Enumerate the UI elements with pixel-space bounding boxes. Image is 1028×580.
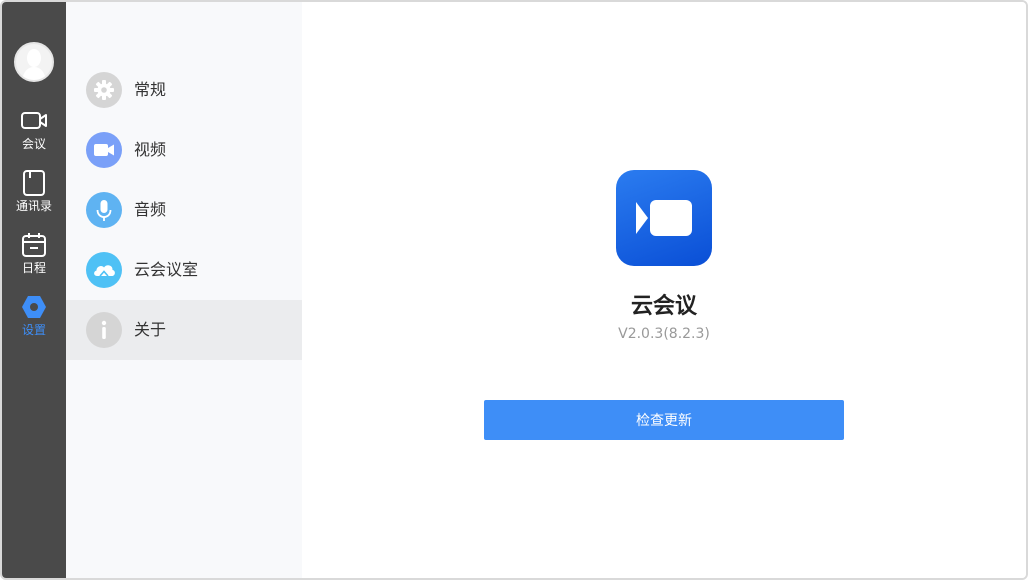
rail-item-label: 会议 xyxy=(21,137,46,151)
video-icon xyxy=(86,132,122,168)
rail-item-label: 设置 xyxy=(21,323,46,337)
contacts-book-icon xyxy=(21,170,47,196)
avatar[interactable] xyxy=(14,42,54,82)
settings-item-cloud-room[interactable]: 云会议室 xyxy=(66,240,302,300)
rail-item-label: 日程 xyxy=(21,261,46,275)
calendar-icon xyxy=(21,232,47,258)
settings-item-label: 音频 xyxy=(134,200,167,219)
settings-item-label: 云会议室 xyxy=(134,260,199,279)
settings-item-general[interactable]: 常规 xyxy=(66,60,302,120)
avatar-silhouette-icon xyxy=(22,49,46,80)
gear-icon xyxy=(86,72,122,108)
settings-item-label: 常规 xyxy=(134,80,167,99)
settings-panel: 常规 视频 音频 云会议室 关于 xyxy=(66,2,302,578)
rail-item-settings[interactable]: 设置 xyxy=(2,294,66,348)
video-camera-icon xyxy=(21,108,47,134)
info-icon xyxy=(86,312,122,348)
app-window: 会议 通讯录 日程 设置 常规 视频 音频 云会议室 关于 云会议 V2.0.3… xyxy=(0,0,1028,580)
settings-hexagon-icon xyxy=(21,294,47,320)
settings-item-about[interactable]: 关于 xyxy=(66,300,302,360)
rail-item-schedule[interactable]: 日程 xyxy=(2,232,66,286)
microphone-icon xyxy=(86,192,122,228)
nav-rail: 会议 通讯录 日程 设置 xyxy=(2,2,66,578)
app-version: V2.0.3(8.2.3) xyxy=(618,326,710,342)
rail-item-label: 通讯录 xyxy=(15,199,52,213)
cloud-icon xyxy=(86,252,122,288)
rail-item-contacts[interactable]: 通讯录 xyxy=(2,170,66,224)
settings-item-video[interactable]: 视频 xyxy=(66,120,302,180)
settings-item-audio[interactable]: 音频 xyxy=(66,180,302,240)
app-logo-icon xyxy=(616,170,712,266)
settings-item-label: 视频 xyxy=(134,140,167,159)
check-update-button[interactable]: 检查更新 xyxy=(484,400,844,440)
about-content: 云会议 V2.0.3(8.2.3) 检查更新 xyxy=(302,2,1026,578)
app-name: 云会议 xyxy=(630,294,697,319)
rail-item-meeting[interactable]: 会议 xyxy=(2,108,66,162)
settings-item-label: 关于 xyxy=(134,320,167,339)
